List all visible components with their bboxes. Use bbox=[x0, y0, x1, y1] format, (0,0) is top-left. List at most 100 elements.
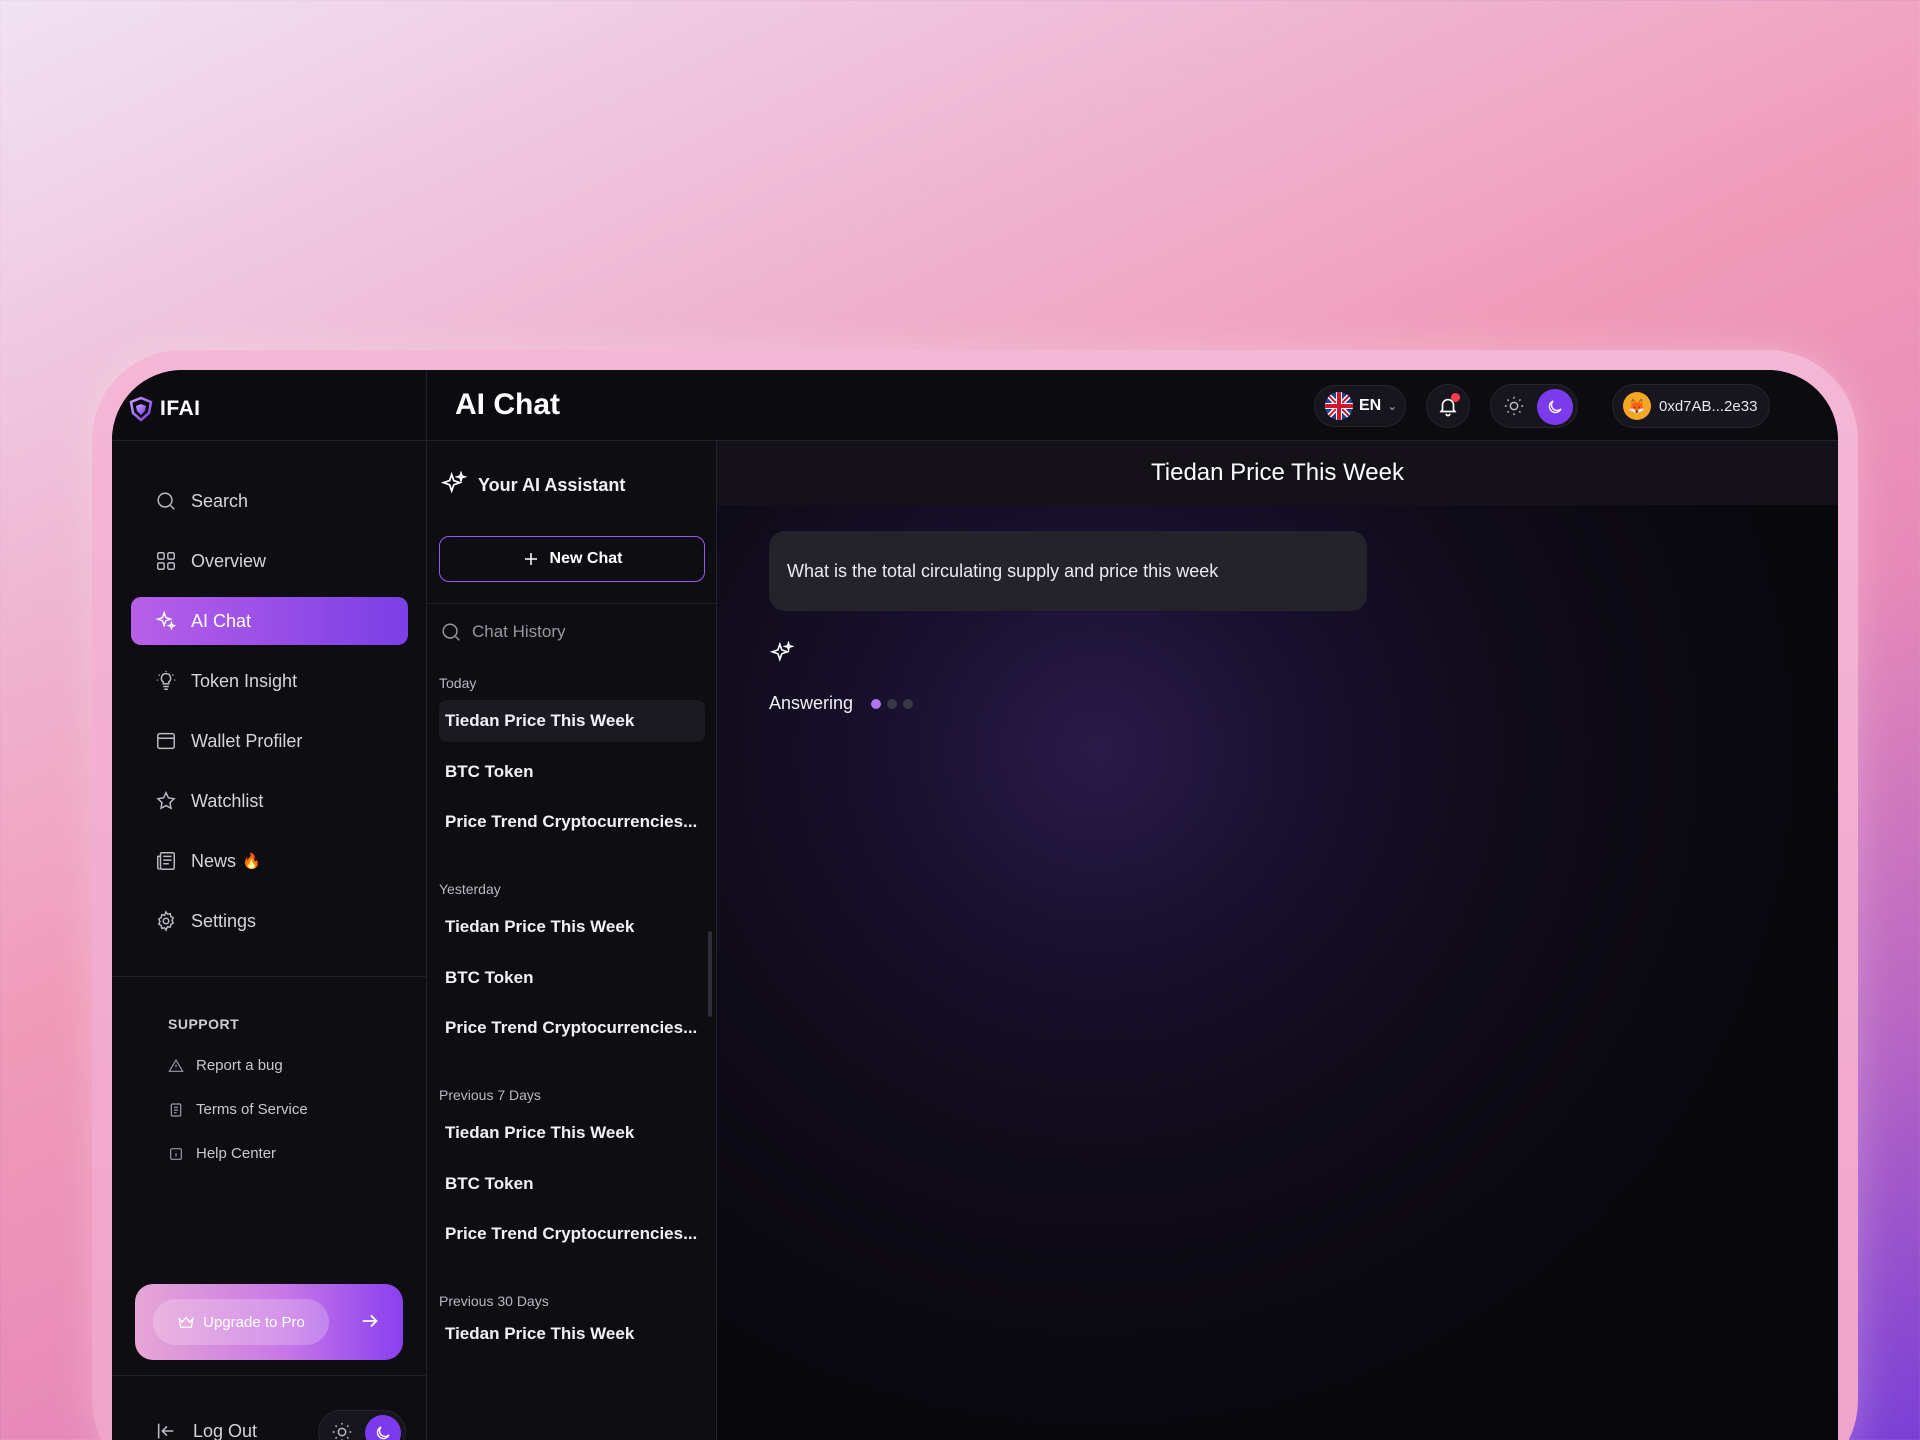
chat-history-search[interactable]: Chat History bbox=[440, 621, 566, 643]
sidebar: Search Overview AI Chat Token Insight Wa… bbox=[112, 441, 427, 1440]
sparkle-icon bbox=[440, 471, 468, 494]
newspaper-icon bbox=[157, 852, 175, 870]
sidebar-item-wallet-profiler[interactable]: Wallet Profiler bbox=[131, 717, 408, 765]
chat-history-item[interactable]: Price Trend Cryptocurrencies... bbox=[439, 1007, 705, 1049]
language-selector[interactable]: EN ⌄ bbox=[1314, 385, 1406, 427]
support-item-label: Help Center bbox=[196, 1145, 277, 1162]
sidebar-item-label: Token Insight bbox=[191, 670, 298, 691]
conversation-title: Tiedan Price This Week bbox=[717, 441, 1838, 505]
sun-icon[interactable] bbox=[331, 1421, 353, 1440]
divider bbox=[112, 1375, 427, 1376]
gear-icon bbox=[157, 910, 175, 932]
moon-icon[interactable] bbox=[1537, 389, 1573, 425]
support-item-label: Report a bug bbox=[196, 1057, 283, 1074]
logout-label: Log Out bbox=[193, 1420, 258, 1440]
chat-history-item[interactable]: BTC Token bbox=[439, 751, 705, 793]
chat-history-item[interactable]: BTC Token bbox=[439, 957, 705, 999]
sidebar-item-label: Watchlist bbox=[191, 790, 264, 811]
scrollbar[interactable] bbox=[708, 931, 712, 1017]
new-chat-label: New Chat bbox=[549, 550, 623, 567]
assistant-header: Your AI Assistant bbox=[440, 471, 625, 499]
notifications-button[interactable] bbox=[1426, 384, 1470, 428]
notification-dot bbox=[1451, 393, 1460, 402]
wallet-address: 0xd7AB...2e33 bbox=[1659, 397, 1758, 415]
divider bbox=[112, 976, 427, 977]
help-center-link[interactable]: Help Center bbox=[168, 1145, 276, 1162]
chat-history-item[interactable]: Tiedan Price This Week bbox=[439, 906, 705, 948]
logout-button[interactable]: Log Out bbox=[155, 1420, 257, 1440]
chat-history-item[interactable]: Price Trend Cryptocurrencies... bbox=[439, 1213, 705, 1255]
lightbulb-icon bbox=[156, 670, 176, 690]
document-icon bbox=[170, 1102, 182, 1117]
sidebar-item-label: Settings bbox=[191, 910, 257, 931]
info-icon bbox=[170, 1147, 182, 1160]
sidebar-item-overview[interactable]: Overview bbox=[131, 537, 408, 585]
wallet-button[interactable]: 🦊 0xd7AB...2e33 bbox=[1612, 384, 1770, 428]
chat-history-item[interactable]: Tiedan Price This Week bbox=[439, 700, 705, 742]
sparkle-icon bbox=[155, 610, 177, 631]
arrow-right-icon[interactable] bbox=[359, 1310, 381, 1332]
theme-toggle-sidebar[interactable] bbox=[318, 1410, 406, 1440]
chevron-down-icon: ⌄ bbox=[1387, 399, 1398, 413]
star-icon bbox=[156, 791, 176, 810]
chat-history-item[interactable]: BTC Token bbox=[439, 1163, 705, 1205]
app-window: IFAI AI Chat EN ⌄ 🦊 0xd7AB...2e33 Search… bbox=[112, 370, 1838, 1440]
chat-list-panel: Your AI Assistant New Chat Chat History … bbox=[427, 441, 717, 1440]
page-title: AI Chat bbox=[455, 388, 560, 421]
chat-history-item[interactable]: Price Trend Cryptocurrencies... bbox=[439, 801, 705, 843]
upgrade-button[interactable]: Upgrade to Pro bbox=[153, 1299, 329, 1345]
search-icon bbox=[442, 623, 460, 641]
sidebar-item-token-insight[interactable]: Token Insight bbox=[131, 657, 408, 705]
warning-icon bbox=[168, 1058, 184, 1072]
sparkle-icon bbox=[769, 641, 795, 662]
loading-dot bbox=[887, 698, 898, 709]
report-bug-link[interactable]: Report a bug bbox=[168, 1057, 283, 1074]
sidebar-item-label: News bbox=[191, 850, 237, 871]
divider bbox=[426, 370, 427, 440]
sidebar-item-label: AI Chat bbox=[191, 610, 252, 631]
fox-avatar-icon: 🦊 bbox=[1623, 392, 1651, 420]
sidebar-item-news[interactable]: News 🔥 bbox=[131, 837, 408, 885]
group-label-previous-30-days: Previous 30 Days bbox=[439, 1293, 549, 1309]
wallet-icon bbox=[157, 732, 175, 750]
support-heading: SUPPORT bbox=[168, 1016, 240, 1032]
theme-toggle[interactable] bbox=[1490, 384, 1578, 428]
uk-flag-icon bbox=[1325, 392, 1353, 420]
divider bbox=[427, 603, 717, 604]
sidebar-item-label: Overview bbox=[191, 550, 267, 571]
sidebar-item-label: Wallet Profiler bbox=[191, 730, 303, 751]
plus-icon bbox=[524, 553, 537, 565]
sun-icon[interactable] bbox=[1503, 395, 1525, 417]
user-message: What is the total circulating supply and… bbox=[769, 531, 1367, 611]
status-label: Answering bbox=[769, 693, 854, 713]
conversation-panel: Tiedan Price This Week What is the total… bbox=[717, 441, 1838, 1440]
grid-icon bbox=[157, 552, 175, 570]
upgrade-label: Upgrade to Pro bbox=[203, 1313, 305, 1331]
chat-history-item[interactable]: Tiedan Price This Week bbox=[439, 1112, 705, 1154]
group-label-today: Today bbox=[439, 675, 477, 691]
crown-icon bbox=[178, 1316, 194, 1328]
sidebar-item-watchlist[interactable]: Watchlist bbox=[131, 777, 408, 825]
support-item-label: Terms of Service bbox=[196, 1101, 308, 1118]
group-label-previous-7-days: Previous 7 Days bbox=[439, 1087, 541, 1103]
moon-icon[interactable] bbox=[365, 1415, 401, 1440]
brand-name: IFAI bbox=[160, 397, 201, 420]
search-icon bbox=[157, 492, 175, 510]
brand[interactable]: IFAI bbox=[128, 396, 201, 422]
sidebar-item-search[interactable]: Search bbox=[131, 477, 408, 525]
terms-of-service-link[interactable]: Terms of Service bbox=[168, 1101, 308, 1118]
sidebar-item-ai-chat[interactable]: AI Chat bbox=[131, 597, 408, 645]
sidebar-item-label: Search bbox=[191, 490, 249, 511]
upgrade-card[interactable]: Upgrade to Pro bbox=[135, 1284, 403, 1360]
logout-row: Log Out bbox=[112, 1396, 427, 1440]
language-code: EN bbox=[1359, 397, 1382, 414]
answering-status: Answering bbox=[769, 693, 914, 714]
shield-logo-icon bbox=[129, 396, 153, 422]
fire-icon: 🔥 bbox=[242, 853, 261, 870]
group-label-yesterday: Yesterday bbox=[439, 881, 501, 897]
logout-icon bbox=[157, 1423, 174, 1439]
loading-dot bbox=[903, 698, 914, 709]
sidebar-item-settings[interactable]: Settings bbox=[131, 897, 408, 945]
new-chat-button[interactable]: New Chat bbox=[439, 536, 705, 582]
chat-history-item[interactable]: Tiedan Price This Week bbox=[439, 1318, 705, 1348]
